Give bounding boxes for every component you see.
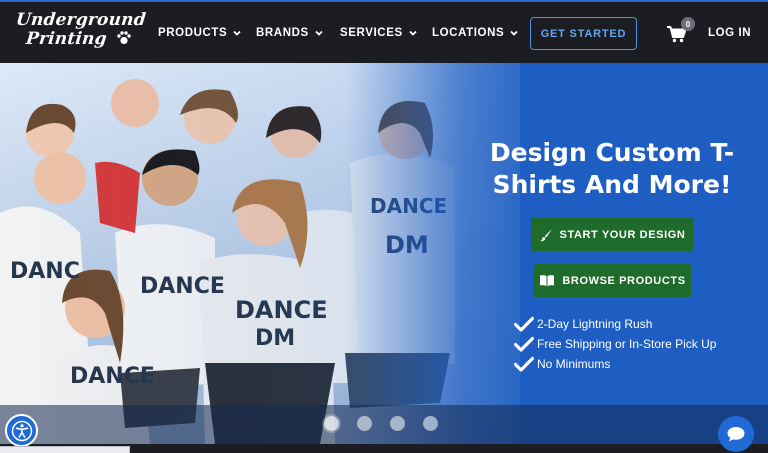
logo-text-line1: Underground bbox=[14, 10, 147, 30]
nav-services[interactable]: SERVICES bbox=[340, 2, 417, 63]
chat-button[interactable] bbox=[718, 416, 754, 452]
start-your-design-button[interactable]: START YOUR DESIGN bbox=[531, 218, 693, 251]
logo-link[interactable]: Underground Printing bbox=[15, 8, 147, 56]
accessibility-button[interactable] bbox=[5, 414, 38, 447]
feature-text: 2-Day Lightning Rush bbox=[537, 317, 653, 331]
checkmark-icon bbox=[514, 336, 534, 352]
feature-item: Free Shipping or In-Store Pick Up bbox=[514, 334, 716, 354]
carousel-dots bbox=[324, 416, 456, 431]
cart-count-badge: 0 bbox=[681, 17, 695, 31]
paw-icon bbox=[117, 31, 131, 45]
chevron-down-icon bbox=[315, 30, 323, 36]
start-your-design-label: START YOUR DESIGN bbox=[559, 228, 686, 241]
book-icon bbox=[540, 275, 555, 286]
chat-icon bbox=[727, 427, 745, 442]
hero-photo: DANCE DM DANCE DANC DANCE DM DANCE bbox=[0, 63, 768, 444]
carousel-dot-2[interactable] bbox=[357, 416, 372, 431]
nav-brands[interactable]: BRANDS bbox=[256, 2, 323, 63]
nav-brands-label: BRANDS bbox=[256, 26, 309, 39]
feature-item: No Minimums bbox=[514, 354, 716, 374]
nav-products-label: PRODUCTS bbox=[158, 26, 228, 39]
login-link[interactable]: LOG IN bbox=[708, 27, 751, 39]
nav-services-label: SERVICES bbox=[340, 26, 403, 39]
get-started-button[interactable]: GET STARTED bbox=[530, 17, 637, 50]
chevron-down-icon bbox=[233, 30, 241, 36]
feature-text: Free Shipping or In-Store Pick Up bbox=[537, 337, 717, 351]
carousel-dot-3[interactable] bbox=[390, 416, 405, 431]
nav-locations-label: LOCATIONS bbox=[432, 26, 505, 39]
feature-list: 2-Day Lightning Rush Free Shipping or In… bbox=[514, 314, 716, 374]
hero-banner: DANCE DM DANCE DANC DANCE DM DANCE Desig… bbox=[0, 63, 768, 444]
nav-products[interactable]: PRODUCTS bbox=[158, 2, 241, 63]
site-header: Underground Printing PRODUCTS BRANDS SER… bbox=[0, 2, 768, 63]
carousel-dot-4[interactable] bbox=[423, 416, 438, 431]
chevron-down-icon bbox=[409, 30, 417, 36]
chevron-down-icon bbox=[510, 30, 518, 36]
nav-locations[interactable]: LOCATIONS bbox=[432, 2, 518, 63]
checkmark-icon bbox=[514, 356, 534, 372]
accessibility-icon bbox=[11, 420, 32, 441]
hero-headline: Design Custom T-Shirts And More! bbox=[489, 138, 735, 199]
browse-products-button[interactable]: BROWSE PRODUCTS bbox=[534, 264, 691, 297]
carousel-dot-1[interactable] bbox=[324, 416, 339, 431]
feature-text: No Minimums bbox=[537, 357, 611, 371]
feature-item: 2-Day Lightning Rush bbox=[514, 314, 716, 334]
browser-status-bar bbox=[0, 446, 130, 453]
browse-products-label: BROWSE PRODUCTS bbox=[562, 274, 686, 287]
paintbrush-icon bbox=[539, 228, 552, 241]
logo-text-line2: Printing bbox=[24, 29, 108, 49]
checkmark-icon bbox=[514, 316, 534, 332]
